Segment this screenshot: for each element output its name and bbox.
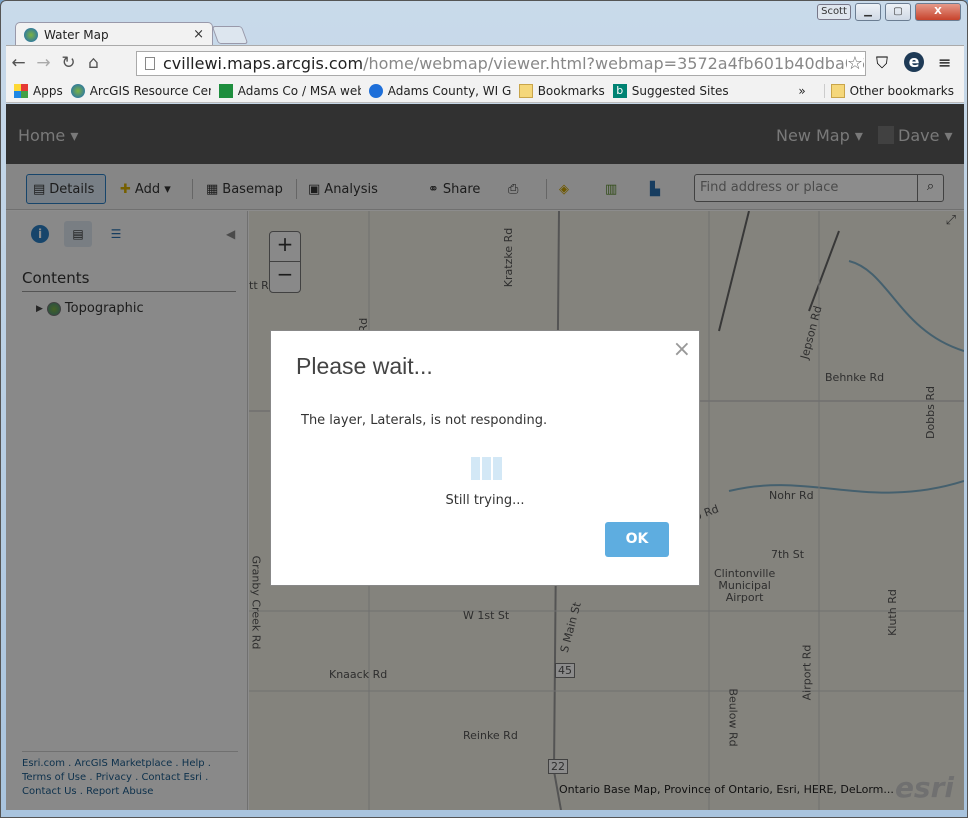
dialog-status: Still trying...	[445, 493, 525, 508]
minimize-button[interactable]: ▁	[855, 3, 881, 21]
browser-tab[interactable]: Water Map ×	[15, 22, 213, 46]
bookmark-star-icon[interactable]: ☆	[846, 52, 863, 75]
e-extension-icon[interactable]: e	[904, 52, 924, 72]
page-icon	[145, 57, 155, 70]
more-bookmarks-button[interactable]: »	[798, 84, 805, 98]
bookmark-suggested[interactable]: b Suggested Sites	[612, 83, 729, 98]
forward-icon[interactable]: →	[31, 53, 56, 73]
sheets-icon	[218, 83, 233, 98]
bookmark-folder[interactable]: Bookmarks	[518, 83, 605, 98]
folder-icon	[518, 83, 533, 98]
ok-button[interactable]: OK	[605, 522, 669, 557]
close-icon[interactable]: ×	[673, 337, 691, 362]
globe-icon	[24, 27, 38, 42]
menu-icon[interactable]: ≡	[938, 53, 951, 72]
bookmarks-bar: Apps ArcGIS Resource Cent Adams Co / MSA…	[6, 79, 964, 103]
close-window-button[interactable]: X	[915, 3, 961, 21]
maximize-button[interactable]: ▢	[885, 3, 911, 21]
profile-badge[interactable]: Scott	[817, 4, 851, 20]
dialog-message: The layer, Laterals, is not responding.	[301, 413, 548, 428]
bookmark-arcgis[interactable]: ArcGIS Resource Cent	[70, 83, 211, 98]
bookmark-adams-co[interactable]: Adams Co / MSA web	[218, 83, 361, 98]
loading-icon	[471, 457, 502, 480]
shield-extension-icon[interactable]: ⛉	[876, 53, 888, 73]
please-wait-dialog: Please wait... × The layer, Laterals, is…	[270, 330, 700, 586]
cloud-icon	[368, 83, 383, 98]
browser-window: Scott ▁ ▢ X Water Map × ← → ↻ ⌂ cvillewi…	[0, 0, 968, 818]
other-bookmarks[interactable]: Other bookmarks	[823, 83, 954, 98]
back-icon[interactable]: ←	[6, 53, 31, 73]
tab-title: Water Map	[44, 27, 109, 42]
tab-close-icon[interactable]: ×	[193, 27, 204, 42]
arcgis-app: Home ▾ New Map ▾ Dave ▾ ▤ Details ✚ Add ▾ …	[6, 104, 964, 810]
address-bar[interactable]: cvillewi.maps.arcgis.com/home/webmap/vie…	[136, 51, 866, 76]
reload-icon[interactable]: ↻	[56, 53, 81, 73]
bookmark-adams-county[interactable]: Adams County, WI GIS	[368, 83, 511, 98]
apps-grid-icon	[14, 83, 28, 98]
folder-icon	[830, 83, 845, 98]
dialog-title: Please wait...	[296, 353, 433, 379]
home-icon[interactable]: ⌂	[81, 53, 106, 73]
bing-icon: b	[612, 83, 627, 98]
new-tab-button[interactable]	[211, 26, 249, 44]
browser-toolbar: ← → ↻ ⌂ cvillewi.maps.arcgis.com/home/we…	[6, 45, 964, 79]
bookmark-apps[interactable]: Apps	[14, 83, 63, 98]
globe-icon	[70, 83, 85, 98]
